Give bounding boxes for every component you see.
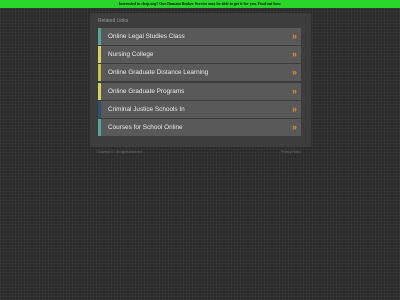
link-label: Online Graduate Programs <box>108 87 185 95</box>
link-label: Criminal Justice Schools In <box>108 105 185 113</box>
related-link-nursing-college[interactable]: Nursing College » <box>98 46 301 64</box>
double-chevron-right-icon: » <box>291 49 297 60</box>
related-link-criminal-justice-schools-in[interactable]: Criminal Justice Schools In » <box>98 100 301 118</box>
link-label: Nursing College <box>108 51 154 59</box>
related-link-online-graduate-programs[interactable]: Online Graduate Programs » <box>98 82 301 100</box>
related-links-list: Online Legal Studies Class » Nursing Col… <box>98 28 301 137</box>
double-chevron-right-icon: » <box>291 121 297 132</box>
copyright-text: Copyright © . All rights reserved. <box>97 150 143 154</box>
double-chevron-right-icon: » <box>291 103 297 114</box>
related-link-courses-for-school-online[interactable]: Courses for School Online » <box>98 118 301 136</box>
related-link-online-legal-studies-class[interactable]: Online Legal Studies Class » <box>98 28 301 45</box>
link-label: Online Graduate Distance Learning <box>108 69 209 77</box>
link-label: Online Legal Studies Class <box>108 33 185 40</box>
panel-title: Related Links <box>98 18 129 24</box>
double-chevron-right-icon: » <box>291 67 297 78</box>
double-chevron-right-icon: » <box>291 85 297 96</box>
related-link-online-graduate-distance-learning[interactable]: Online Graduate Distance Learning » <box>98 64 301 82</box>
related-links-panel: Related Links Online Legal Studies Class… <box>90 13 311 147</box>
double-chevron-right-icon: » <box>291 31 297 41</box>
domain-broker-banner[interactable]: Interested in chep.org? Our Domain Broke… <box>0 0 400 8</box>
privacy-policy-link[interactable]: Privacy Policy <box>281 150 301 155</box>
link-label: Courses for School Online <box>108 123 183 131</box>
